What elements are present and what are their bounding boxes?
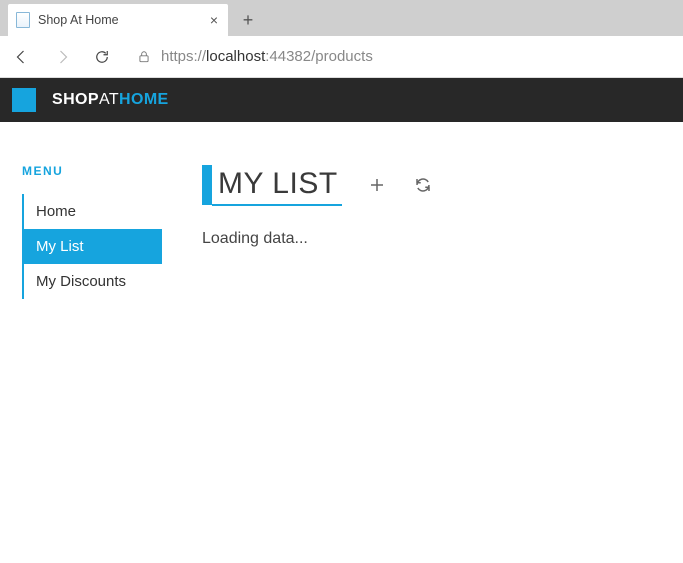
- app-header: SHOPATHOME: [0, 78, 683, 122]
- forward-button[interactable]: [50, 45, 74, 69]
- favicon-icon: [16, 12, 30, 28]
- new-tab-button[interactable]: +: [234, 6, 262, 34]
- back-button[interactable]: [10, 45, 34, 69]
- url-text[interactable]: https://localhost:44382/products: [161, 48, 672, 65]
- brand-part-2: AT: [99, 91, 119, 108]
- menu-label: MENU: [22, 164, 162, 178]
- brand-title: SHOPATHOME: [52, 91, 169, 109]
- menu-item-label: Home: [36, 203, 76, 220]
- add-button[interactable]: [366, 174, 388, 196]
- lock-icon: [137, 50, 151, 64]
- menu-item-label: My List: [36, 238, 84, 255]
- menu: Home My List My Discounts: [22, 194, 162, 299]
- menu-item-label: My Discounts: [36, 273, 126, 290]
- browser-tab[interactable]: Shop At Home ×: [8, 4, 228, 36]
- page-title: MY LIST: [202, 164, 342, 206]
- url-field-wrap[interactable]: https://localhost:44382/products: [130, 41, 673, 73]
- loading-status: Loading data...: [202, 230, 683, 248]
- main-panel: MY LIST Loading data...: [202, 164, 683, 299]
- brand-part-1: SHOP: [52, 91, 99, 108]
- tab-bar: Shop At Home × +: [0, 0, 683, 36]
- browser-chrome: Shop At Home × + https://localhost:44382…: [0, 0, 683, 78]
- sidebar: MENU Home My List My Discounts: [22, 164, 162, 299]
- title-accent-bar: [202, 165, 212, 205]
- menu-item-my-discounts[interactable]: My Discounts: [24, 264, 162, 299]
- menu-item-my-list[interactable]: My List: [24, 229, 162, 264]
- page-title-text: MY LIST: [212, 164, 342, 206]
- logo-icon: [12, 88, 36, 112]
- address-bar: https://localhost:44382/products: [0, 36, 683, 78]
- tab-title: Shop At Home: [38, 13, 202, 27]
- page-title-row: MY LIST: [202, 164, 683, 206]
- content-area: MENU Home My List My Discounts MY LIST L…: [0, 122, 683, 299]
- refresh-list-button[interactable]: [412, 174, 434, 196]
- refresh-button[interactable]: [90, 45, 114, 69]
- tab-close-icon[interactable]: ×: [210, 12, 218, 28]
- menu-item-home[interactable]: Home: [24, 194, 162, 229]
- brand-part-3: HOME: [119, 91, 169, 108]
